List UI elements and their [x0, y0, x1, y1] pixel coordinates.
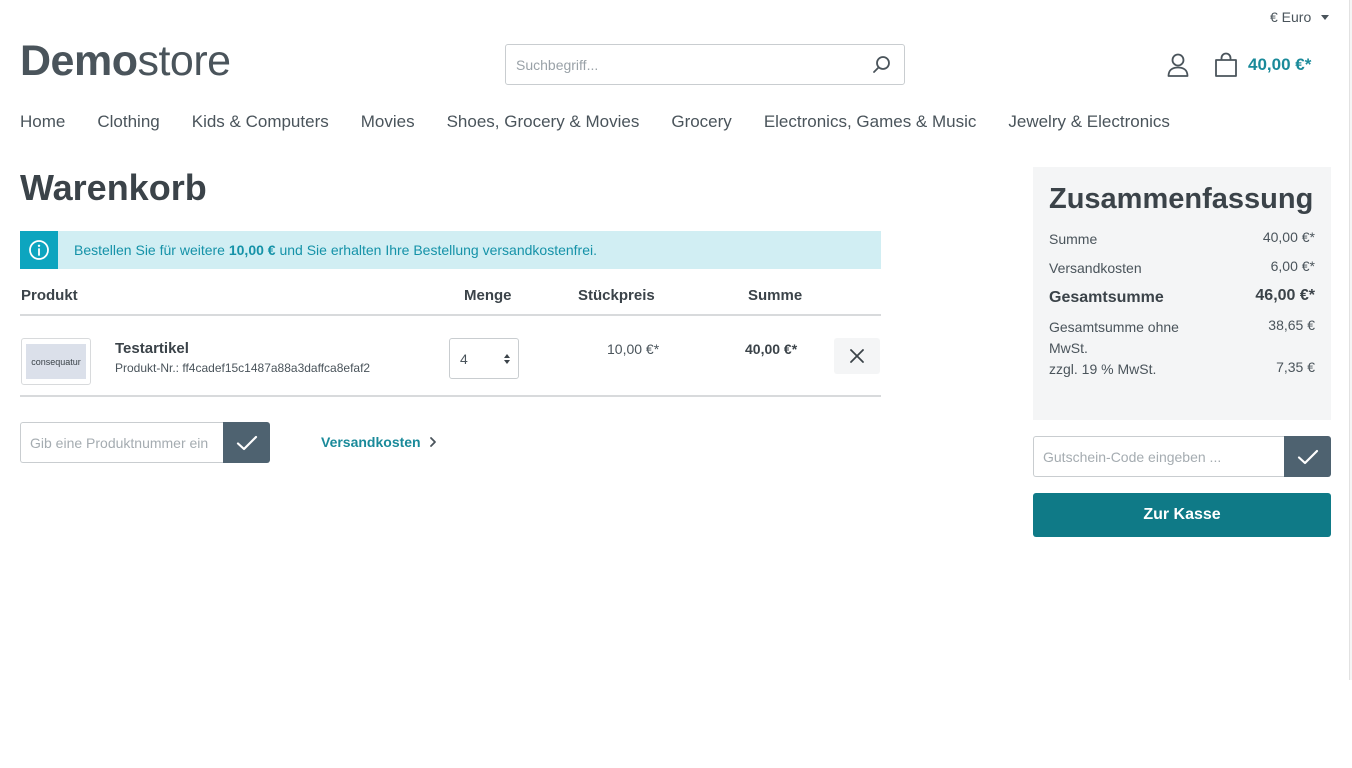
close-icon [850, 349, 864, 363]
nav-item-electronics-games-music[interactable]: Electronics, Games & Music [764, 112, 977, 132]
voucher-submit-button[interactable] [1284, 436, 1331, 477]
info-icon-box [20, 231, 58, 269]
unit-price: 10,00 €* [607, 341, 660, 357]
store-logo[interactable]: Demostore [20, 38, 231, 84]
summary-subtotal-row: Summe 40,00 €* [1049, 229, 1315, 250]
shipping-info-alert: Bestellen Sie für weitere 10,00 € und Si… [20, 231, 881, 269]
product-thumbnail[interactable]: consequatur [21, 338, 91, 385]
add-product-button[interactable] [223, 422, 270, 463]
main-navigation: Home Clothing Kids & Computers Movies Sh… [20, 112, 1170, 132]
remove-item-button[interactable] [834, 338, 880, 374]
summary-net-row: Gesamtsumme ohne MwSt. 38,65 € [1049, 317, 1315, 359]
order-summary: Zusammenfassung Summe 40,00 €* Versandko… [1033, 167, 1331, 420]
nav-item-kids-computers[interactable]: Kids & Computers [192, 112, 329, 132]
cart-line-item: consequatur Testartikel Produkt-Nr.: ff4… [20, 316, 881, 397]
column-header-total: Summe [748, 287, 803, 304]
column-header-unit-price: Stückpreis [578, 287, 655, 304]
shipping-costs-label: Versandkosten [321, 434, 421, 450]
logo-light: store [137, 37, 231, 85]
currency-dropdown[interactable]: € Euro [1270, 9, 1330, 25]
chevron-right-icon [429, 437, 436, 447]
summary-title: Zusammenfassung [1049, 183, 1314, 215]
select-arrows-icon [504, 353, 510, 364]
voucher-input[interactable] [1033, 436, 1284, 477]
search-icon [873, 55, 890, 73]
nav-item-movies[interactable]: Movies [361, 112, 415, 132]
quantity-select[interactable]: 4 [449, 338, 519, 379]
page-title: Warenkorb [20, 167, 207, 208]
summary-grand-total-row: Gesamtsumme 46,00 €* [1049, 287, 1315, 308]
search-form [505, 44, 905, 85]
caret-down-icon [1321, 14, 1330, 20]
alert-text-before: Bestellen Sie für weitere [74, 242, 229, 258]
quantity-value: 4 [460, 350, 468, 367]
product-number: Produkt-Nr.: ff4cadef15c1487a88a3daffca8… [115, 361, 371, 375]
alert-text: Bestellen Sie für weitere 10,00 € und Si… [74, 242, 597, 258]
search-button[interactable] [860, 45, 904, 84]
grand-total-value: 46,00 €* [1255, 287, 1315, 304]
grand-total-label: Gesamtsumme [1049, 289, 1164, 306]
column-header-product: Produkt [21, 287, 78, 304]
currency-label: € Euro [1270, 9, 1312, 25]
nav-item-clothing[interactable]: Clothing [97, 112, 159, 132]
user-icon[interactable] [1166, 52, 1190, 78]
column-header-quantity: Menge [464, 287, 512, 304]
summary-tax-row: zzgl. 19 % MwSt. 7,35 € [1049, 359, 1315, 380]
nav-item-home[interactable]: Home [20, 112, 65, 132]
net-total-label: Gesamtsumme ohne MwSt. [1049, 319, 1179, 356]
bag-icon[interactable] [1213, 51, 1239, 79]
add-product-form [20, 422, 270, 463]
product-number-input[interactable] [20, 422, 223, 463]
shipping-label: Versandkosten [1049, 260, 1142, 276]
tax-value: 7,35 € [1276, 359, 1315, 375]
checkout-button[interactable]: Zur Kasse [1033, 493, 1331, 537]
check-icon [236, 435, 257, 450]
nav-item-grocery[interactable]: Grocery [671, 112, 731, 132]
subtotal-label: Summe [1049, 231, 1098, 247]
net-total-value: 38,65 € [1268, 317, 1315, 333]
product-image: consequatur [26, 344, 86, 379]
voucher-form [1033, 436, 1331, 477]
shipping-costs-link[interactable]: Versandkosten [321, 434, 437, 450]
alert-amount: 10,00 € [228, 242, 276, 258]
info-icon [29, 240, 49, 260]
logo-bold: Demo [20, 37, 138, 85]
search-input[interactable] [506, 45, 860, 84]
subtotal-value: 40,00 €* [1262, 229, 1315, 245]
product-name[interactable]: Testartikel [115, 340, 189, 357]
tax-label: zzgl. 19 % MwSt. [1049, 361, 1157, 377]
nav-item-jewelry-electronics[interactable]: Jewelry & Electronics [1008, 112, 1170, 132]
alert-text-after: und Sie erhalten Ihre Bestellung versand… [275, 242, 597, 258]
line-total: 40,00 €* [745, 341, 798, 357]
nav-item-shoes-grocery-movies[interactable]: Shoes, Grocery & Movies [447, 112, 640, 132]
summary-shipping-row: Versandkosten 6,00 €* [1049, 258, 1315, 279]
cart-total[interactable]: 40,00 €* [1248, 55, 1311, 75]
cart-table-header: Produkt Menge Stückpreis Summe [20, 280, 881, 316]
check-icon [1297, 449, 1318, 464]
shipping-value: 6,00 €* [1270, 258, 1315, 274]
